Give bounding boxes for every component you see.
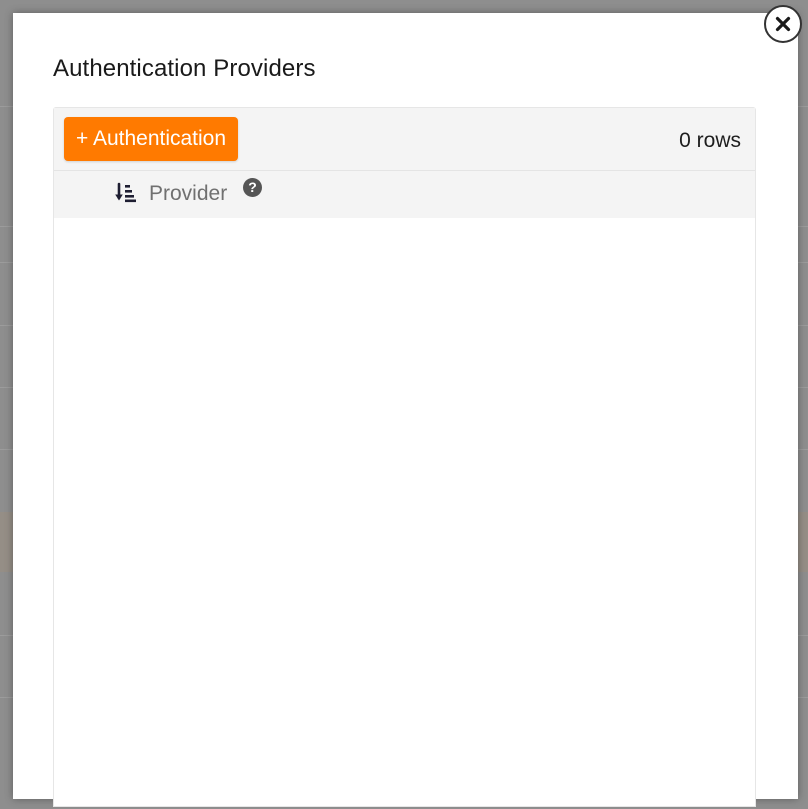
question-circle-icon[interactable]: ? bbox=[243, 178, 262, 197]
table-toolbar: + Authentication 0 rows bbox=[54, 108, 755, 171]
close-icon bbox=[775, 16, 791, 32]
column-header-provider[interactable]: Provider bbox=[149, 182, 227, 206]
add-authentication-button[interactable]: + Authentication bbox=[64, 117, 239, 161]
table-body-empty bbox=[54, 218, 755, 806]
authentication-providers-dialog: Authentication Providers + Authenticatio… bbox=[13, 13, 798, 807]
close-button[interactable] bbox=[764, 5, 802, 43]
sort-ascending-icon[interactable] bbox=[114, 182, 136, 204]
dialog-title: Authentication Providers bbox=[53, 55, 316, 82]
providers-table-panel: + Authentication 0 rows Provider ? bbox=[53, 107, 756, 807]
row-count-label: 0 rows bbox=[679, 129, 741, 152]
table-header-row: Provider ? bbox=[54, 171, 755, 218]
